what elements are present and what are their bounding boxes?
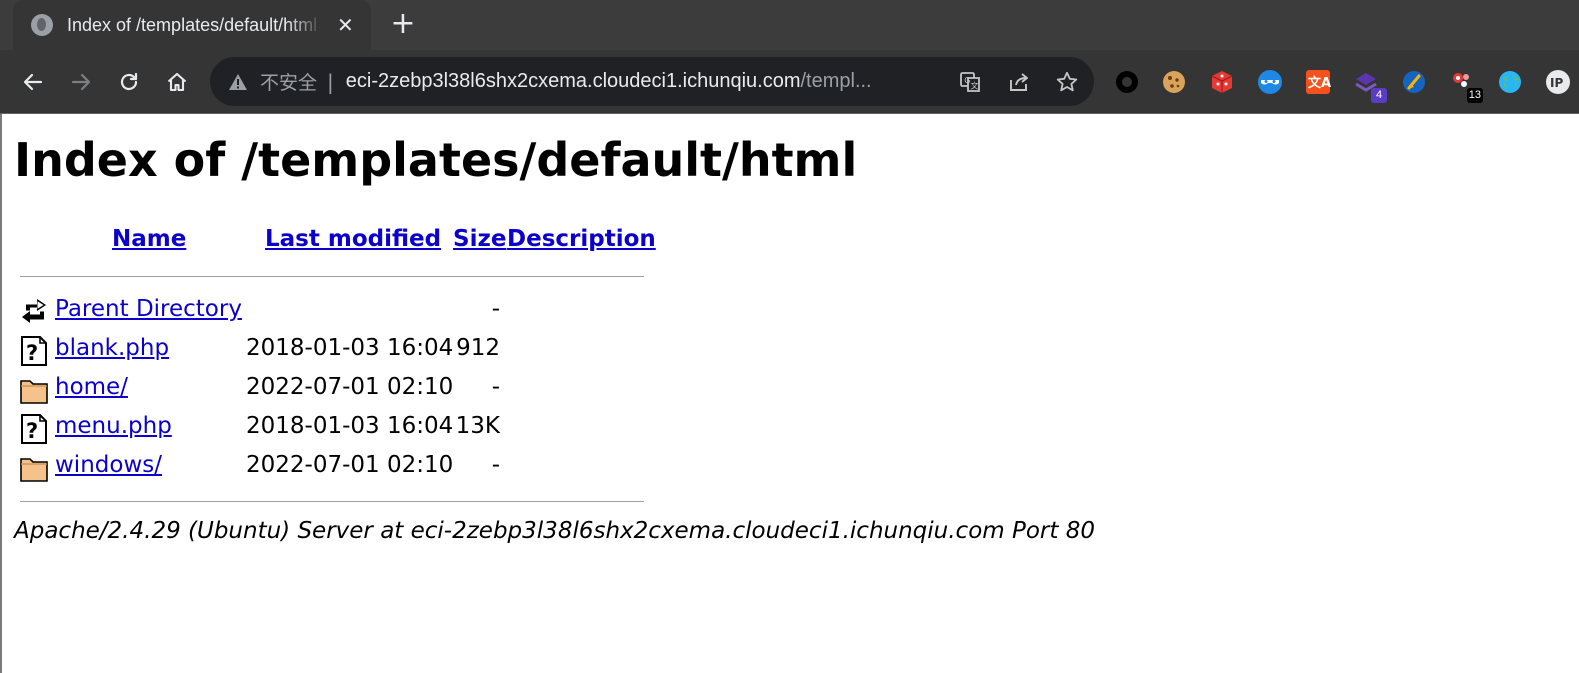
- reload-icon: [120, 72, 138, 91]
- table-row: Parent Directory -: [18, 294, 658, 332]
- server-signature: Apache/2.4.29 (Ubuntu) Server at eci-2ze…: [14, 518, 1095, 544]
- page-title: Index of /templates/default/html: [14, 133, 858, 187]
- modified-date: 2022-07-01 02:10: [246, 452, 454, 478]
- column-header-size[interactable]: Size: [453, 226, 506, 252]
- file-link[interactable]: menu.php: [55, 413, 172, 439]
- forward-button[interactable]: [65, 66, 97, 98]
- translate-button[interactable]: G文: [958, 69, 984, 95]
- tab-title: Index of /templates/default/html: [67, 14, 318, 35]
- table-row: windows/ 2022-07-01 02:10 -: [18, 450, 658, 488]
- column-header-name[interactable]: Name: [112, 226, 186, 252]
- address-bar[interactable]: 不安全 | eci-2zebp3l38l6shx2cxema.cloudeci1…: [210, 57, 1094, 106]
- share-icon: [1010, 73, 1028, 91]
- url-text[interactable]: eci-2zebp3l38l6shx2cxema.cloudeci1.ichun…: [346, 70, 946, 93]
- globe-extension-icon[interactable]: [1497, 69, 1523, 95]
- share-button[interactable]: [1006, 69, 1032, 95]
- red-translate-extension-icon[interactable]: 文A: [1305, 69, 1331, 95]
- folder-icon: [20, 458, 48, 482]
- svg-text:G: G: [964, 76, 970, 85]
- red-dice-extension-icon[interactable]: [1209, 69, 1235, 95]
- folder-icon: [20, 380, 48, 404]
- svg-text:文: 文: [971, 81, 979, 91]
- table-row: ? blank.php 2018-01-03 16:04 912: [18, 333, 658, 371]
- back-button[interactable]: [17, 66, 49, 98]
- extension-badge: 4: [1371, 88, 1387, 103]
- extension-badge: 13: [1466, 88, 1483, 103]
- black-ring-extension-icon[interactable]: [1114, 69, 1140, 95]
- tab-strip: Index of /templates/default/html ✕ +: [0, 0, 1579, 50]
- modified-date: 2018-01-03 16:04: [246, 335, 454, 361]
- file-link[interactable]: home/: [55, 374, 128, 400]
- reload-button[interactable]: [113, 66, 145, 98]
- bookmark-star-icon: [1056, 71, 1078, 92]
- file-size: 13K: [455, 413, 500, 439]
- file-size: -: [491, 296, 500, 322]
- forward-arrow-icon: [71, 73, 91, 91]
- file-size: -: [491, 452, 500, 478]
- warning-triangle-icon: [229, 73, 247, 90]
- url-path: /templ...: [800, 70, 872, 92]
- table-row: ? menu.php 2018-01-03 16:04 13K: [18, 411, 658, 449]
- red-dots-extension-icon[interactable]: 13: [1449, 69, 1483, 103]
- file-size: 912: [456, 335, 500, 361]
- svg-text:文A: 文A: [1308, 75, 1331, 91]
- purple-stack-extension-icon[interactable]: 4: [1353, 69, 1387, 103]
- home-icon: [167, 72, 187, 92]
- cookie-extension-icon[interactable]: [1161, 69, 1187, 95]
- header-divider: [20, 276, 644, 277]
- back-arrow-icon: [23, 73, 43, 91]
- footer-divider: [20, 501, 644, 502]
- modified-date: 2018-01-03 16:04: [246, 413, 454, 439]
- page-content: Index of /templates/default/html Name La…: [0, 114, 1579, 673]
- svg-text:?: ?: [26, 419, 38, 443]
- modified-date: 2022-07-01 02:10: [246, 374, 454, 400]
- omnibox-separator: |: [327, 69, 334, 94]
- bookmark-button[interactable]: [1054, 69, 1080, 95]
- globe-favicon-icon: [31, 14, 53, 36]
- back-arrow-icon: [22, 299, 46, 323]
- svg-text:?: ?: [26, 341, 38, 365]
- security-label[interactable]: 不安全: [260, 68, 317, 95]
- blue-broom-extension-icon[interactable]: [1401, 69, 1427, 95]
- ip-extension-icon[interactable]: IP: [1545, 69, 1571, 95]
- svg-text:IP: IP: [1550, 76, 1563, 90]
- file-link[interactable]: windows/: [55, 452, 162, 478]
- url-host: eci-2zebp3l38l6shx2cxema.cloudeci1.ichun…: [345, 70, 801, 92]
- file-link[interactable]: Parent Directory: [55, 296, 242, 322]
- browser-toolbar: 不安全 | eci-2zebp3l38l6shx2cxema.cloudeci1…: [0, 50, 1579, 113]
- unknown-file-icon: ?: [21, 336, 47, 366]
- file-link[interactable]: blank.php: [55, 335, 169, 361]
- table-row: home/ 2022-07-01 02:10 -: [18, 372, 658, 410]
- new-tab-button[interactable]: +: [388, 9, 418, 39]
- unknown-file-icon: ?: [21, 414, 47, 444]
- translate-icon: G文: [960, 72, 980, 92]
- tab-close-icon[interactable]: ✕: [337, 15, 354, 35]
- column-header-last-modified[interactable]: Last modified: [265, 226, 441, 252]
- column-header-description[interactable]: Description: [507, 226, 656, 252]
- blue-mask-extension-icon[interactable]: [1257, 69, 1283, 95]
- home-button[interactable]: [161, 66, 193, 98]
- file-size: -: [491, 374, 500, 400]
- active-tab[interactable]: Index of /templates/default/html ✕: [13, 0, 371, 50]
